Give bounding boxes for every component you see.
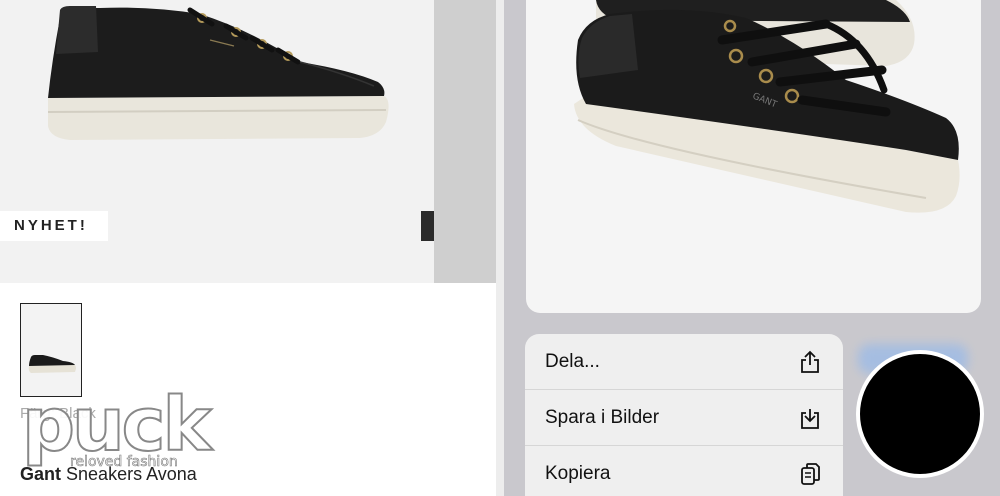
watermark-word: puck [21,382,213,468]
watermark-tagline: reloved fashion [70,454,178,471]
next-image-peek[interactable] [434,0,496,283]
copy-icon [797,461,823,487]
watermark-logo: puck reloved fashion [21,382,222,478]
save-to-photos-icon [797,405,823,431]
menu-item-share[interactable]: Dela... [525,334,843,390]
menu-item-copy[interactable]: Kopiera [525,446,843,496]
context-menu: Dela... Spara i Bilder Kopiera [525,334,843,496]
sneaker-preview-image: GANT [574,0,960,213]
redaction-circle [856,350,984,478]
new-badge: NYHET! [0,211,108,241]
product-image-carousel[interactable]: NYHET! 1 / 5 [0,0,434,283]
panel-divider [496,0,504,496]
image-counter: 1 / 5 [421,211,434,241]
image-preview: GANT [526,0,981,313]
product-page: NYHET! 1 / 5 Färg: Black Gant Sneakers A… [0,0,496,496]
menu-item-label: Dela... [545,350,600,372]
menu-item-label: Spara i Bilder [545,406,660,428]
menu-item-save-to-photos[interactable]: Spara i Bilder [525,390,843,446]
menu-item-label: Kopiera [545,463,611,484]
share-icon [797,349,823,375]
